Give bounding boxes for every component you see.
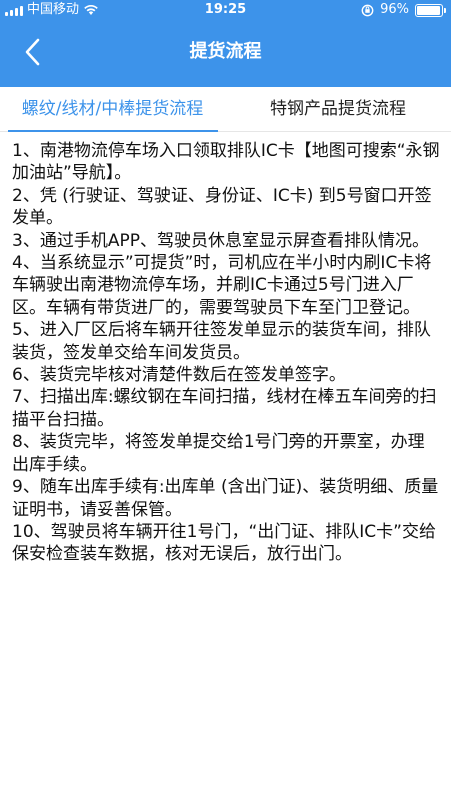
tab-special-steel[interactable]: 特钢产品提货流程 <box>225 87 451 131</box>
battery-icon <box>415 3 446 17</box>
step-item: 10、驾驶员将车辆开往1号门，“出门证、排队IC卡”交给保安检查装车数据，核对无… <box>12 521 436 565</box>
tab-label: 特钢产品提货流程 <box>270 99 406 119</box>
tab-rebar-wire-bar[interactable]: 螺纹/线材/中棒提货流程 <box>0 87 225 132</box>
battery-fill <box>417 5 441 15</box>
step-item: 5、进入厂区后将车辆开往签发单显示的装货车间，排队装货，签发单交给车间发货员。 <box>12 320 431 363</box>
step-item: 8、装货完毕，将签发单提交给1号门旁的开票室，办理出库手续。 <box>12 432 425 475</box>
step-item: 2、凭 (行驶证、驾驶证、身份证、IC卡) 到5号窗口开签发单。 <box>12 185 432 229</box>
step-item: 9、随车出库手续有:出库单 (含出门证)、装货明细、质量证明书，请妥善保管。 <box>12 477 439 520</box>
step-item: 6、装货完毕核对清楚件数后在签发单签字。 <box>12 365 346 386</box>
app-header: 中国移动 19:25 96% 提货流程 <box>0 0 451 87</box>
orientation-lock-icon <box>361 4 374 16</box>
step-item: 4、当系统显示”可提货”时，司机应在半小时内刷IC卡将车辆驶出南港物流停车场，并… <box>12 253 432 318</box>
status-bar: 中国移动 19:25 96% <box>0 0 451 20</box>
active-tab-indicator <box>8 130 218 132</box>
process-steps: 1、南港物流停车场入口领取排队IC卡【地图可搜索“永钢加油站”导航】。 2、凭 … <box>12 140 440 566</box>
page-title: 提货流程 <box>189 41 262 62</box>
step-item: 7、扫描出库:螺纹钢在车间扫描，线材在棒五车间旁的扫描平台扫描。 <box>12 387 437 430</box>
battery-percent: 96% <box>380 2 409 17</box>
step-item: 3、通过手机APP、驾驶员休息室显示屏查看排队情况。 <box>12 230 429 251</box>
step-item: 1、南港物流停车场入口领取排队IC卡【地图可搜索“永钢加油站”导航】。 <box>12 141 440 184</box>
tab-label: 螺纹/线材/中棒提货流程 <box>21 99 204 119</box>
tab-bar: 螺纹/线材/中棒提货流程 特钢产品提货流程 <box>0 87 451 132</box>
navbar: 提货流程 <box>0 20 451 87</box>
status-right: 96% <box>361 0 446 20</box>
